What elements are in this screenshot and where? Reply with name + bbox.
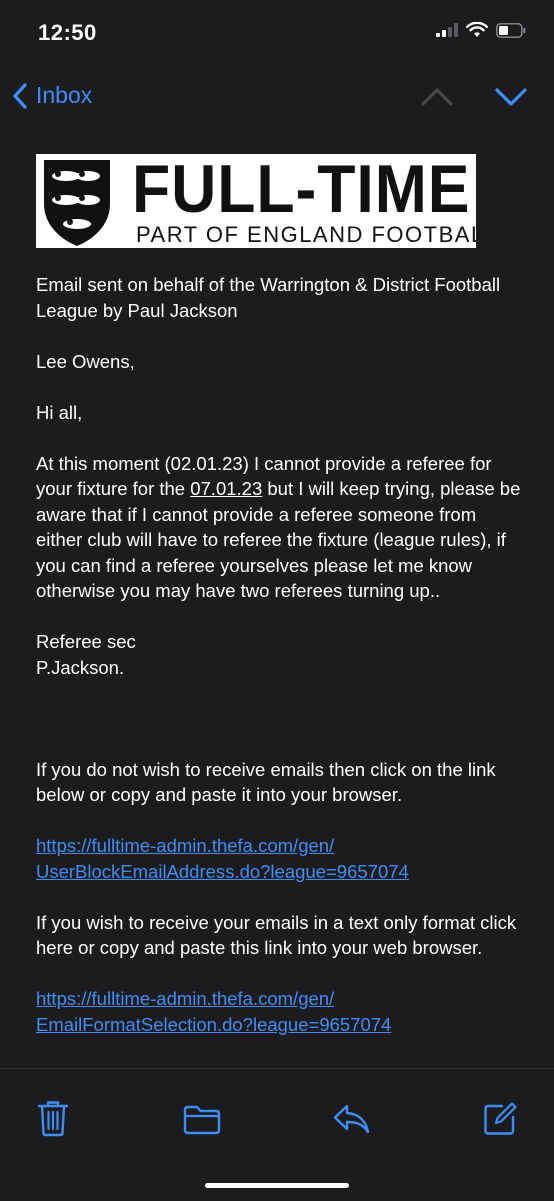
unsubscribe-link-line-2[interactable]: UserBlockEmailAddress.do?league=9657074 [36, 859, 526, 885]
home-indicator[interactable] [205, 1183, 349, 1188]
status-icons [436, 22, 526, 38]
fixture-date-link[interactable]: 07.01.23 [190, 478, 262, 499]
signoff-line-1: Referee sec [36, 631, 136, 652]
compose-icon[interactable] [482, 1101, 518, 1137]
email-main-paragraph: At this moment (02.01.23) I cannot provi… [36, 451, 526, 604]
email-signoff: Referee sec P.Jackson. [36, 629, 526, 680]
email-recipient: Lee Owens, [36, 350, 135, 372]
status-time: 12:50 [38, 20, 97, 45]
email-greeting: Hi all, [36, 401, 83, 423]
message-navigation [420, 86, 528, 108]
wifi-icon [466, 22, 488, 37]
trash-icon[interactable] [36, 1099, 70, 1137]
unsubscribe-link-line-1[interactable]: https://fulltime-admin.thefa.com/gen/ [36, 833, 526, 859]
banner-subtitle: PART OF ENGLAND FOOTBALL [136, 222, 476, 247]
signoff-line-2: P.Jackson. [36, 656, 125, 678]
battery-icon [496, 22, 526, 38]
cellular-signal-icon [436, 23, 458, 37]
email-intro: Email sent on behalf of the Warrington &… [36, 274, 501, 321]
text-only-link-line-1[interactable]: https://fulltime-admin.thefa.com/gen/ [36, 986, 526, 1012]
unsubscribe-link[interactable]: https://fulltime-admin.thefa.com/gen/ Us… [36, 833, 526, 884]
chevron-left-icon [13, 82, 27, 109]
back-to-inbox-button[interactable]: Inbox [12, 82, 92, 109]
email-body: FULL-TIME PART OF ENGLAND FOOTBALL Email… [0, 130, 554, 1068]
text-only-text: If you wish to receive your emails in a … [36, 911, 517, 959]
status-bar: 12:50 [0, 0, 554, 68]
unsubscribe-text: If you do not wish to receive emails the… [36, 758, 496, 806]
full-time-banner: FULL-TIME PART OF ENGLAND FOOTBALL [36, 154, 476, 248]
bottom-toolbar [0, 1068, 554, 1201]
email-text: Email sent on behalf of the Warrington &… [36, 272, 526, 1063]
nav-bar: Inbox [0, 68, 554, 130]
three-lions-crest-icon [36, 154, 134, 248]
next-message-chevron-down-icon[interactable] [494, 86, 528, 108]
text-only-link-line-2[interactable]: EmailFormatSelection.do?league=9657074 [36, 1012, 526, 1038]
back-label: Inbox [36, 82, 93, 108]
banner-title: FULL-TIME [132, 154, 471, 227]
previous-message-chevron-up-icon[interactable] [420, 86, 454, 108]
text-only-link[interactable]: https://fulltime-admin.thefa.com/gen/ Em… [36, 986, 526, 1037]
reply-icon[interactable] [332, 1103, 370, 1135]
folder-icon[interactable] [183, 1105, 221, 1135]
